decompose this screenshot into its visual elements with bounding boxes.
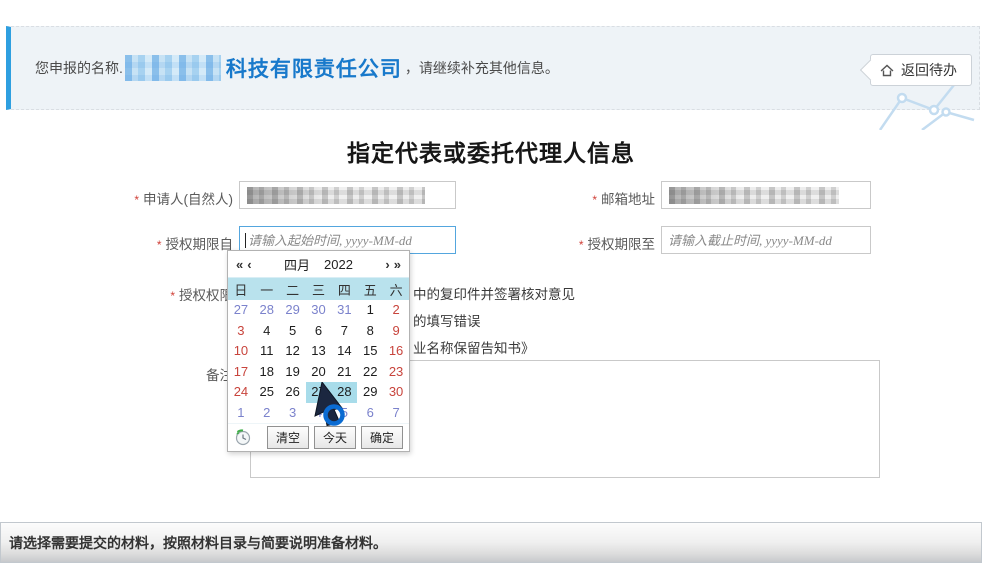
calendar-year-label[interactable]: 2022 — [324, 257, 353, 272]
remarks-label: 备注 — [93, 364, 233, 384]
auth-scope-option-2[interactable]: 的填写错误 — [413, 310, 481, 330]
calendar-day[interactable]: 20 — [306, 362, 332, 383]
calendar-day[interactable]: 22 — [357, 362, 383, 383]
calendar-day[interactable]: 4 — [254, 321, 280, 342]
calendar-day[interactable]: 1 — [228, 403, 254, 424]
calendar-day[interactable]: 10 — [228, 341, 254, 362]
calendar-day[interactable]: 9 — [383, 321, 409, 342]
required-mark: * — [170, 289, 175, 303]
notice-banner: 您申报的名称. 科技有限责任公司 ，请继续补充其他信息。 — [6, 26, 980, 110]
calendar-day[interactable]: 26 — [280, 382, 306, 403]
materials-section-bar: 请选择需要提交的材料，按照材料目录与简要说明准备材料。 — [0, 522, 982, 563]
calendar-day[interactable]: 29 — [357, 382, 383, 403]
date-picker-popup: « ‹ 四月 2022 › » 日一二三四五六 2728293031123456… — [227, 250, 410, 452]
email-value-redacted — [669, 187, 839, 204]
notice-text: 您申报的名称. 科技有限责任公司 ，请继续补充其他信息。 — [35, 27, 559, 109]
calendar-weekday: 日 — [228, 280, 254, 299]
calendar-day[interactable]: 5 — [331, 403, 357, 424]
auth-scope-label: *授权权限 — [93, 284, 233, 304]
prev-year-icon[interactable]: « — [234, 257, 245, 272]
applicant-input[interactable] — [239, 181, 456, 209]
calendar-day[interactable]: 27 — [228, 300, 254, 321]
calendar-day[interactable]: 7 — [331, 321, 357, 342]
auth-from-label: *授权期限自 — [93, 233, 233, 253]
calendar-month-label[interactable]: 四月 — [284, 255, 310, 274]
calendar-day[interactable]: 8 — [357, 321, 383, 342]
calendar-day[interactable]: 30 — [306, 300, 332, 321]
calendar-weekday-row: 日一二三四五六 — [228, 277, 409, 300]
required-mark: * — [134, 193, 139, 207]
calendar-day[interactable]: 24 — [228, 382, 254, 403]
calendar-day[interactable]: 21 — [331, 362, 357, 383]
calendar-day[interactable]: 4 — [306, 403, 332, 424]
calendar-header: « ‹ 四月 2022 › » — [228, 251, 409, 277]
auth-to-label: *授权期限至 — [515, 233, 655, 253]
calendar-ok-button[interactable]: 确定 — [361, 426, 403, 449]
text-caret — [245, 233, 246, 248]
calendar-day[interactable]: 15 — [357, 341, 383, 362]
notice-suffix: ，请继续补充其他信息。 — [405, 58, 559, 78]
calendar-day[interactable]: 31 — [331, 300, 357, 321]
calendar-day[interactable]: 7 — [383, 403, 409, 424]
required-mark: * — [157, 238, 162, 252]
calendar-day[interactable]: 12 — [280, 341, 306, 362]
calendar-day[interactable]: 27 — [306, 382, 332, 403]
calendar-weekday: 六 — [383, 280, 409, 299]
required-mark: * — [579, 238, 584, 252]
calendar-day[interactable]: 2 — [383, 300, 409, 321]
required-mark: * — [592, 193, 597, 207]
calendar-today-button[interactable]: 今天 — [314, 426, 356, 449]
calendar-weekday: 二 — [280, 280, 306, 299]
prev-month-icon[interactable]: ‹ — [245, 257, 253, 272]
page-title: 指定代表或委托代理人信息 — [0, 134, 982, 168]
materials-instruction: 请选择需要提交的材料，按照材料目录与简要说明准备材料。 — [1, 523, 981, 553]
time-picker-icon[interactable] — [234, 429, 251, 446]
calendar-day[interactable]: 16 — [383, 341, 409, 362]
calendar-day[interactable]: 23 — [383, 362, 409, 383]
calendar-day[interactable]: 2 — [254, 403, 280, 424]
calendar-weekday: 一 — [254, 280, 280, 299]
next-year-icon[interactable]: » — [392, 257, 403, 272]
calendar-day[interactable]: 30 — [383, 382, 409, 403]
calendar-weekday: 四 — [331, 280, 357, 299]
calendar-day[interactable]: 6 — [357, 403, 383, 424]
email-label: *邮箱地址 — [515, 188, 655, 208]
calendar-day[interactable]: 28 — [331, 382, 357, 403]
company-name: 科技有限责任公司 — [226, 53, 402, 83]
calendar-day[interactable]: 3 — [228, 321, 254, 342]
calendar-weekday: 三 — [306, 280, 332, 299]
calendar-day[interactable]: 13 — [306, 341, 332, 362]
calendar-day[interactable]: 25 — [254, 382, 280, 403]
calendar-weekday: 五 — [357, 280, 383, 299]
home-icon — [879, 63, 895, 78]
auth-scope-option-3[interactable]: 业名称保留告知书》 — [413, 337, 535, 357]
applicant-label: *申请人(自然人) — [93, 188, 233, 208]
calendar-day[interactable]: 19 — [280, 362, 306, 383]
calendar-day[interactable]: 17 — [228, 362, 254, 383]
calendar-day[interactable]: 28 — [254, 300, 280, 321]
auth-to-input[interactable] — [662, 227, 870, 253]
applicant-value-redacted — [247, 187, 425, 204]
calendar-day[interactable]: 6 — [306, 321, 332, 342]
calendar-clear-button[interactable]: 清空 — [267, 426, 309, 449]
back-to-todo-button[interactable]: 返回待办 — [870, 54, 972, 86]
calendar-day[interactable]: 29 — [280, 300, 306, 321]
calendar-day[interactable]: 11 — [254, 341, 280, 362]
auth-scope-option-1[interactable]: 中的复印件并签署核对意见 — [413, 283, 575, 303]
calendar-footer: 清空 今天 确定 — [228, 424, 409, 451]
calendar-day[interactable]: 3 — [280, 403, 306, 424]
calendar-day[interactable]: 1 — [357, 300, 383, 321]
calendar-day[interactable]: 14 — [331, 341, 357, 362]
company-name-redacted — [125, 55, 221, 81]
calendar-day[interactable]: 5 — [280, 321, 306, 342]
calendar-day[interactable]: 18 — [254, 362, 280, 383]
notice-prefix: 您申报的名称. — [35, 58, 123, 78]
next-month-icon[interactable]: › — [383, 257, 391, 272]
email-input[interactable] — [661, 181, 871, 209]
back-to-todo-label: 返回待办 — [901, 60, 957, 80]
auth-to-input-wrap — [661, 226, 871, 254]
calendar-grid: 2728293031123456789101112131415161718192… — [228, 300, 409, 424]
